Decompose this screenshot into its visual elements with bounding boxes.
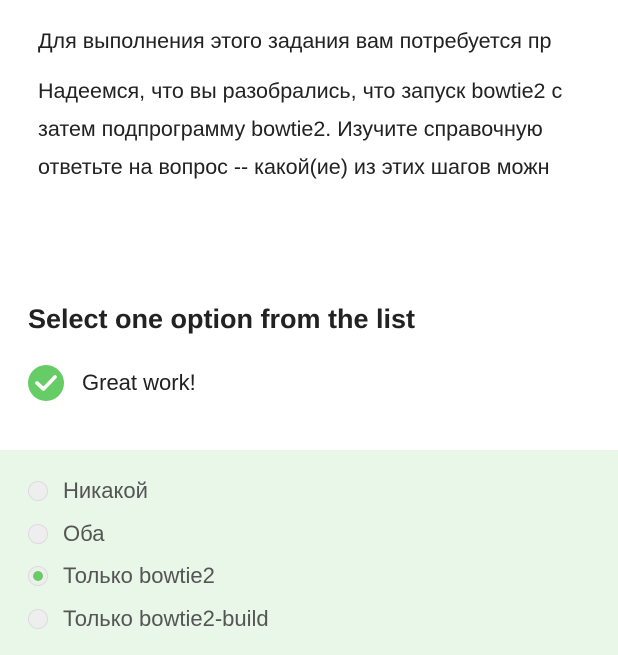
radio-button[interactable] bbox=[28, 609, 48, 629]
radio-button[interactable] bbox=[28, 524, 48, 544]
option-only-bowtie2[interactable]: Только bowtie2 bbox=[28, 560, 215, 592]
step-paragraph-1: Для выполнения этого задания вам потребу… bbox=[38, 29, 552, 53]
option-nikakoy[interactable]: Никакой bbox=[28, 475, 148, 507]
option-only-bowtie2-build[interactable]: Только bowtie2-build bbox=[28, 603, 269, 635]
feedback-message: Great work! bbox=[28, 364, 196, 402]
option-label: Только bowtie2-build bbox=[63, 606, 269, 631]
step-paragraph-2: Надеемся, что вы разобрались, что запуск… bbox=[38, 72, 618, 186]
step-paragraph-2-line-3: ответьте на вопрос -- какой(ие) из этих … bbox=[38, 155, 550, 179]
step-page: Для выполнения этого задания вам потребу… bbox=[0, 0, 618, 655]
radio-selected-dot bbox=[33, 571, 43, 581]
step-description: Для выполнения этого задания вам потребу… bbox=[38, 22, 618, 198]
quiz-title: Select one option from the list bbox=[28, 304, 416, 334]
option-label: Только bowtie2 bbox=[63, 563, 215, 588]
option-label: Оба bbox=[63, 521, 105, 546]
option-oba[interactable]: Оба bbox=[28, 518, 104, 550]
step-paragraph-2-line-2: затем подпрограмму bowtie2. Изучите спра… bbox=[38, 117, 543, 141]
options-panel: Никакой Оба Только bowtie2 Только bowtie… bbox=[0, 450, 618, 655]
check-circle-icon bbox=[28, 365, 64, 401]
feedback-text: Great work! bbox=[82, 370, 196, 395]
option-label: Никакой bbox=[63, 478, 148, 503]
radio-button[interactable] bbox=[28, 481, 48, 501]
radio-button-selected[interactable] bbox=[28, 566, 48, 586]
step-paragraph-2-line-1: Надеемся, что вы разобрались, что запуск… bbox=[38, 79, 563, 103]
